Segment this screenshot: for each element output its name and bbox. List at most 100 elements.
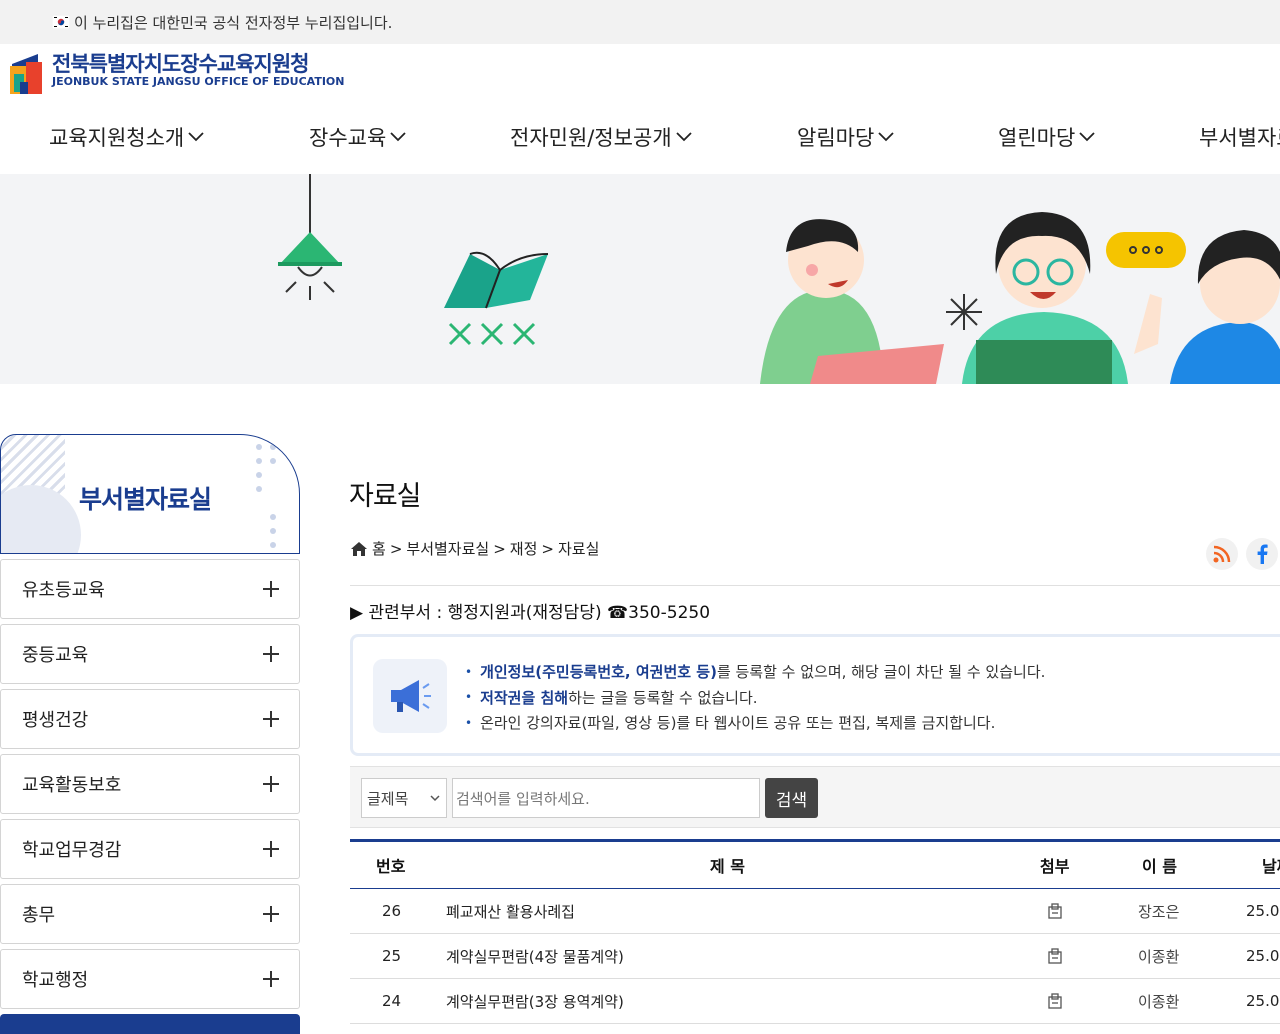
notice-item-text: 온라인 강의자료(파일, 영상 등)를 타 웹사이트 공유 또는 편집, 복제를… <box>480 714 996 733</box>
plus-icon <box>263 581 279 597</box>
breadcrumb-current: 자료실 <box>557 540 600 558</box>
gnb-label: 열린마당 <box>998 126 1076 150</box>
logo-emblem-icon <box>10 54 42 94</box>
logo-name-ko: 전북특별자치도장수교육지원청 <box>52 52 309 76</box>
gnb-item-notice[interactable]: 알림마당 <box>797 122 894 152</box>
sidebar-item-label: 평생건강 <box>22 710 89 731</box>
sidebar-item-label: 중등교육 <box>22 645 89 666</box>
row-author: 이종환 <box>1138 947 1180 966</box>
breadcrumb-sep: > <box>541 539 554 558</box>
breadcrumb-sep: > <box>389 539 403 558</box>
sidebar-item-lifelong-health[interactable]: 평생건강 <box>0 689 300 749</box>
sidebar-item-teacher-protection[interactable]: 교육활동보호 <box>0 754 300 814</box>
breadcrumb-level2[interactable]: 재정 <box>510 538 538 559</box>
notice-item-strong: 개인정보(주민등록번호, 여권번호 등) <box>480 663 717 682</box>
bullet-icon: • <box>465 715 473 730</box>
gnb-item-dept-library[interactable]: 부서별자료실 <box>1199 122 1280 152</box>
search-field-value: 글제목 <box>367 789 409 808</box>
col-title: 제 목 <box>710 857 746 876</box>
plus-icon <box>263 711 279 727</box>
sidebar-item-general-affairs[interactable]: 총무 <box>0 884 300 944</box>
logo-name-en: JEONBUK STATE JANGSU OFFICE OF EDUCATION <box>52 75 345 88</box>
sidebar-title-box: 부서별자료실 <box>0 434 300 554</box>
gnb-label: 부서별자료실 <box>1199 126 1280 150</box>
gnb-item-about[interactable]: 교육지원청소개 <box>49 122 204 152</box>
chevron-down-icon <box>430 795 440 802</box>
plus-icon <box>263 776 279 792</box>
bullet-icon: • <box>465 690 473 705</box>
chevron-down-icon <box>676 132 692 142</box>
home-icon <box>351 541 367 556</box>
row-author: 장조은 <box>1138 902 1180 921</box>
facebook-share-button[interactable] <box>1246 538 1278 570</box>
plus-icon <box>263 971 279 987</box>
chevron-down-icon <box>390 132 406 142</box>
col-num: 번호 <box>376 857 406 876</box>
col-attach: 첨부 <box>1040 857 1070 876</box>
breadcrumb-level1[interactable]: 부서별자료실 <box>406 538 489 559</box>
sidebar-menu: 유초등교육 중등교육 평생건강 교육활동보호 학교업무경감 총무 학교행정 <box>0 559 300 1014</box>
gnb-label: 전자민원/정보공개 <box>510 126 672 150</box>
plus-icon <box>263 906 279 922</box>
notice-list: • 개인정보(주민등록번호, 여권번호 등) 를 등록할 수 없으며, 해당 글이 … <box>465 659 1045 736</box>
attachment-link[interactable] <box>1048 934 1062 978</box>
plus-icon <box>263 646 279 662</box>
breadcrumb-home[interactable]: 홈 <box>372 538 386 559</box>
chevron-down-icon <box>878 132 894 142</box>
rss-icon <box>1213 545 1231 563</box>
banner-illustration <box>278 174 1280 384</box>
sidebar-item-label: 학교행정 <box>22 970 89 991</box>
row-title-link[interactable]: 폐교재산 활용사례집 <box>446 889 575 933</box>
facebook-icon <box>1257 544 1268 564</box>
notice-item: • 개인정보(주민등록번호, 여권번호 등) 를 등록할 수 없으며, 해당 글이 … <box>465 659 1045 685</box>
notice-item: • 저작권을 침해 하는 글을 등록할 수 없습니다. <box>465 685 1045 711</box>
attachment-link[interactable] <box>1048 979 1062 1023</box>
sidebar-item-secondary[interactable]: 중등교육 <box>0 624 300 684</box>
sidebar-item-elementary[interactable]: 유초등교육 <box>0 559 300 619</box>
sidebar-item-label: 교육활동보호 <box>22 775 122 796</box>
notice-icon-box <box>373 659 447 733</box>
breadcrumb: 홈 > 부서별자료실 > 재정 > 자료실 <box>350 538 599 559</box>
search-field-select[interactable]: 글제목 <box>361 778 447 818</box>
breadcrumb-sep: > <box>493 539 506 558</box>
sidebar-item-label: 총무 <box>22 905 56 926</box>
gnb-label: 알림마당 <box>797 126 875 150</box>
sidebar-item-school-admin[interactable]: 학교행정 <box>0 949 300 1009</box>
board-table: 번호 제 목 첨부 이 름 날짜 26 폐교재산 활용사례집 장조은 25.0 … <box>350 839 1280 1024</box>
search-input[interactable]: 검색어를 입력하세요. <box>452 778 760 818</box>
korea-flag-icon <box>52 15 70 29</box>
content-divider <box>350 585 1280 586</box>
gnb-label: 장수교육 <box>309 126 387 150</box>
attachment-icon <box>1048 948 1062 964</box>
search-form: 글제목 검색어를 입력하세요. 검색 <box>350 766 1280 828</box>
plus-icon <box>263 841 279 857</box>
row-title-link[interactable]: 계약실무편람(4장 물품계약) <box>446 934 624 978</box>
notice-item: • 온라인 강의자료(파일, 영상 등)를 타 웹사이트 공유 또는 편집, 복제… <box>465 710 1045 736</box>
attachment-link[interactable] <box>1048 889 1062 933</box>
row-title-link[interactable]: 계약실무편람(3장 용역계약) <box>446 979 624 1023</box>
site-logo[interactable]: 전북특별자치도장수교육지원청 JEONBUK STATE JANGSU OFFI… <box>8 52 344 96</box>
notice-item-text: 하는 글을 등록할 수 없습니다. <box>568 688 758 707</box>
notice-item-strong: 저작권을 침해 <box>480 688 569 707</box>
gov-bar-text: 이 누리집은 대한민국 공식 전자정부 누리집입니다. <box>74 13 393 32</box>
rss-button[interactable] <box>1206 538 1238 570</box>
notice-box: • 개인정보(주민등록번호, 여권번호 등) 를 등록할 수 없으며, 해당 글이 … <box>350 634 1280 756</box>
row-num: 25 <box>382 947 402 965</box>
related-department: ▶ 관련부서 : 행정지원과(재정담당) ☎350-5250 <box>350 603 711 623</box>
table-row: 26 폐교재산 활용사례집 장조은 25.0 <box>350 889 1280 934</box>
sidebar-title-dots <box>256 444 276 548</box>
row-date: 25.0 <box>1246 902 1280 920</box>
chevron-down-icon <box>188 132 204 142</box>
attachment-icon <box>1048 903 1062 919</box>
sidebar-item-active[interactable] <box>0 1014 300 1034</box>
sidebar-item-workload-reduction[interactable]: 학교업무경감 <box>0 819 300 879</box>
search-button[interactable]: 검색 <box>765 778 818 818</box>
gnb-item-civil-service[interactable]: 전자민원/정보공개 <box>510 122 692 152</box>
table-row: 25 계약실무편람(4장 물품계약) 이종환 25.0 <box>350 934 1280 979</box>
row-num: 26 <box>382 902 402 920</box>
bullet-icon: • <box>465 664 473 679</box>
row-num: 24 <box>382 992 402 1010</box>
gnb-item-jangsu-edu[interactable]: 장수교육 <box>309 122 406 152</box>
sidebar-item-label: 유초등교육 <box>22 580 105 601</box>
gnb-item-open[interactable]: 열린마당 <box>998 122 1095 152</box>
